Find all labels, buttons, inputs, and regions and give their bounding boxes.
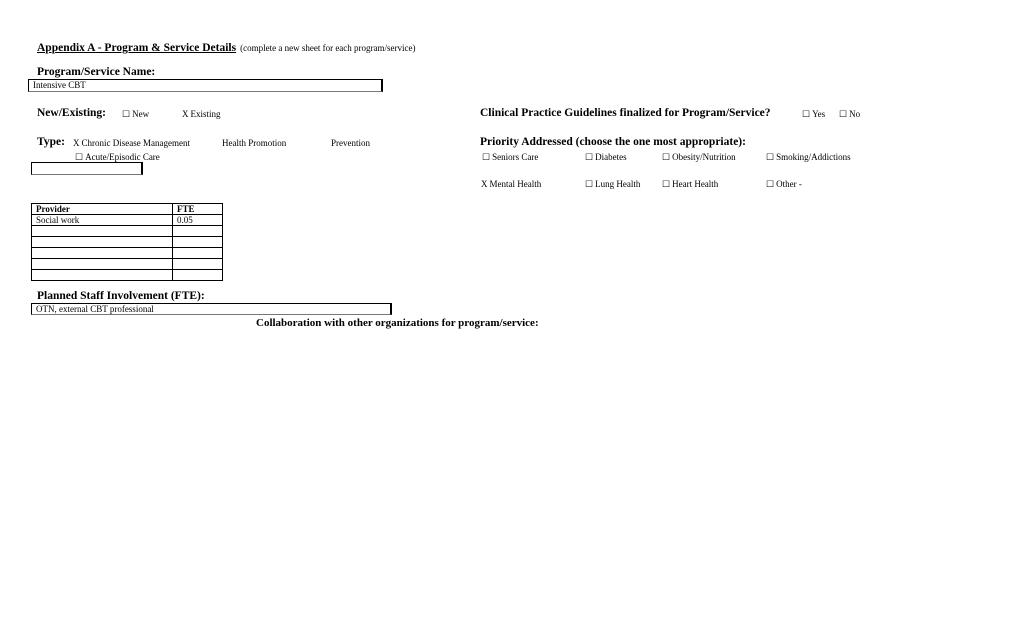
page-title: Appendix A - Program & Service Details [37, 42, 237, 54]
page-title-note: (complete a new sheet for each program/s… [240, 43, 416, 53]
checkbox-empty-icon: ☐ [766, 152, 775, 162]
fte-cell[interactable] [172, 258, 223, 270]
type-other-field[interactable] [31, 162, 143, 175]
program-name-label: Program/Service Name: [37, 66, 156, 78]
type-option-chronic-disease[interactable]: X Chronic Disease Management [73, 138, 190, 148]
table-row: Social work 0.05 [31, 214, 223, 226]
provider-cell[interactable] [31, 258, 173, 270]
type-option-health-promotion[interactable]: Health Promotion [222, 138, 286, 148]
checkbox-empty-icon: ☐ [585, 179, 594, 189]
option-label: No [849, 109, 861, 119]
priority-option-heart-health[interactable]: ☐ Heart Health [662, 179, 718, 190]
option-label: Diabetes [595, 152, 627, 162]
option-label: Mental Health [489, 179, 542, 189]
checkbox-empty-icon: ☐ [766, 179, 775, 189]
table-row [31, 258, 223, 270]
option-label: Yes [812, 109, 826, 119]
priority-option-smoking-addictions[interactable]: ☐ Smoking/Addictions [766, 152, 851, 163]
column-header-provider: Provider [31, 203, 173, 215]
program-name-value: Intensive CBT [33, 80, 86, 90]
priority-option-seniors-care[interactable]: ☐ Seniors Care [482, 152, 538, 163]
priority-option-lung-health[interactable]: ☐ Lung Health [585, 179, 640, 190]
priority-option-diabetes[interactable]: ☐ Diabetes [585, 152, 627, 163]
option-label: Lung Health [595, 179, 641, 189]
option-label: Smoking/Addictions [776, 152, 851, 162]
fte-cell[interactable] [172, 269, 223, 281]
option-label: Health Promotion [222, 138, 287, 148]
option-no[interactable]: ☐ No [839, 109, 860, 120]
staff-table: Provider FTE Social work 0.05 [31, 203, 223, 281]
option-label: Chronic Disease Management [81, 138, 190, 148]
provider-cell[interactable] [31, 236, 173, 248]
option-new[interactable]: ☐ New [122, 109, 149, 120]
priority-option-other[interactable]: ☐ Other - [766, 179, 802, 190]
priority-option-mental-health[interactable]: X Mental Health [481, 179, 541, 189]
fte-cell[interactable] [172, 247, 223, 259]
planned-staff-label: Planned Staff Involvement (FTE): [37, 290, 205, 302]
type-option-prevention[interactable]: Prevention [331, 138, 370, 148]
table-row [31, 225, 223, 237]
checkbox-empty-icon: ☐ [482, 152, 491, 162]
table-header-row: Provider FTE [31, 203, 223, 215]
checkbox-empty-icon: ☐ [839, 109, 848, 119]
option-label: New [132, 109, 150, 119]
provider-cell[interactable] [31, 225, 173, 237]
checkbox-empty-icon: ☐ [662, 152, 671, 162]
option-label: Acute/Episodic Care [85, 152, 160, 162]
priority-option-obesity-nutrition[interactable]: ☐ Obesity/Nutrition [662, 152, 736, 163]
page-header: Appendix A - Program & Service Details (… [37, 38, 416, 56]
provider-cell[interactable] [31, 269, 173, 281]
option-label: Existing [190, 109, 221, 119]
fte-cell[interactable]: 0.05 [172, 214, 223, 226]
program-name-field[interactable]: Intensive CBT [28, 79, 383, 92]
fte-cell[interactable] [172, 225, 223, 237]
option-yes[interactable]: ☐ Yes [802, 109, 825, 120]
checkbox-checked-icon: X [481, 179, 488, 189]
option-existing[interactable]: X Existing [182, 109, 221, 119]
new-existing-label: New/Existing: [37, 107, 106, 119]
provider-cell[interactable]: Social work [31, 214, 173, 226]
checkbox-checked-icon: X [73, 138, 80, 148]
table-row [31, 269, 223, 281]
type-label: Type: [37, 136, 65, 148]
option-label: Heart Health [672, 179, 719, 189]
checkbox-empty-icon: ☐ [662, 179, 671, 189]
planned-staff-field[interactable]: OTN, external CBT professional [31, 303, 392, 315]
checkbox-empty-icon: ☐ [585, 152, 594, 162]
guidelines-label: Clinical Practice Guidelines finalized f… [480, 107, 771, 119]
table-row [31, 247, 223, 259]
checkbox-checked-icon: X [182, 109, 189, 119]
checkbox-empty-icon: ☐ [802, 109, 811, 119]
option-label: Prevention [331, 138, 370, 148]
column-header-fte: FTE [172, 203, 223, 215]
option-label: Obesity/Nutrition [672, 152, 736, 162]
collaboration-label: Collaboration with other organizations f… [256, 317, 539, 329]
fte-cell[interactable] [172, 236, 223, 248]
provider-cell[interactable] [31, 247, 173, 259]
checkbox-empty-icon: ☐ [122, 109, 131, 119]
planned-staff-value: OTN, external CBT professional [36, 304, 154, 314]
table-row [31, 236, 223, 248]
option-label: Other - [776, 179, 802, 189]
priority-label: Priority Addressed (choose the one most … [480, 136, 746, 148]
option-label: Seniors Care [492, 152, 539, 162]
